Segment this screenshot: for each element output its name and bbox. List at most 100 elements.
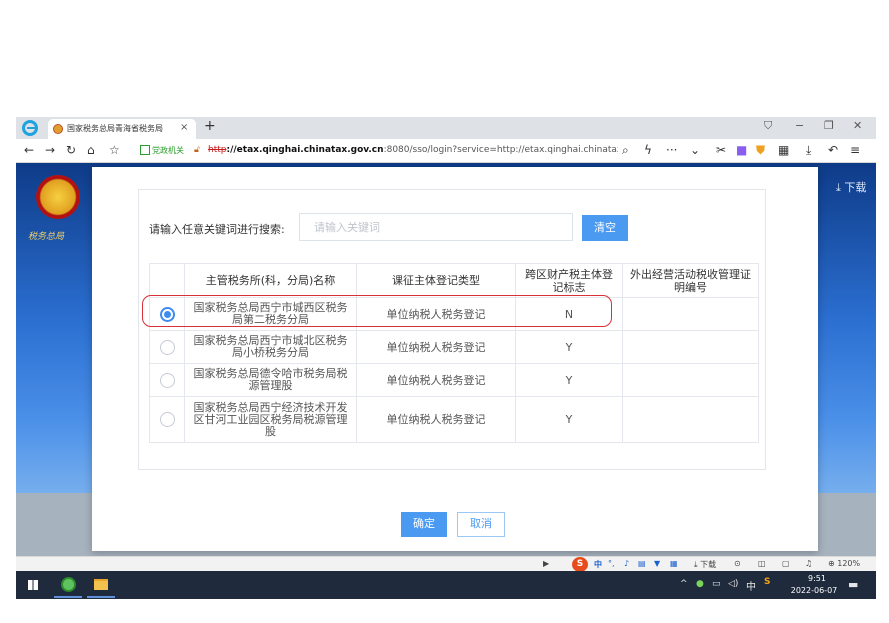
- row-radio-cell[interactable]: [149, 396, 185, 443]
- radio-button[interactable]: [159, 372, 175, 388]
- new-tab-button[interactable]: +: [204, 118, 216, 134]
- cross-region-flag-cell: N: [515, 297, 623, 331]
- column-header-registration-type: 课征主体登记类型: [356, 263, 516, 298]
- ime-mode-label[interactable]: 中: [594, 559, 602, 570]
- clock-time[interactable]: 9:51: [792, 574, 842, 583]
- network-icon[interactable]: ▭: [712, 579, 721, 589]
- browser-status-bar: ▶ S 中 °, ♪ ▤ ▼ ▦ ⤓ 下载 ⊙ ◫ ▢ ♫ ⊕ 120%: [16, 556, 876, 572]
- volume-icon[interactable]: ♫: [805, 559, 812, 568]
- zoom-value: 120%: [837, 559, 861, 568]
- tab-title: 国家税务总局青海省税务局: [67, 124, 163, 133]
- toolbox-icon[interactable]: ▦: [670, 559, 678, 568]
- search-label: 请输入任意关键词进行搜索:: [149, 223, 285, 236]
- certificate-number-cell: [622, 396, 759, 443]
- side-download-link[interactable]: ⤓ 下载: [836, 179, 866, 195]
- address-bar-row: ← → ↻ ⌂ ☆ 党政机关 🔓︎ http://etax.qinghai.ch…: [16, 139, 876, 163]
- browser-taskbar-icon[interactable]: [61, 577, 76, 592]
- window-icon[interactable]: ▢: [782, 559, 790, 568]
- clear-button[interactable]: 清空: [582, 215, 628, 241]
- home-icon[interactable]: ⌂: [87, 143, 95, 157]
- sogou-ime-icon[interactable]: S: [572, 557, 588, 572]
- browser-logo-icon[interactable]: [22, 120, 38, 136]
- gov-badge-icon: [140, 145, 150, 155]
- file-explorer-icon[interactable]: [94, 579, 108, 590]
- punctuation-icon[interactable]: °,: [608, 559, 615, 568]
- url-host: ://etax.qinghai.chinatax.gov.cn: [226, 145, 384, 155]
- table-row[interactable]: 国家税务总局西宁经济技术开发区甘河工业园区税务局税源管理股 单位纳税人税务登记 …: [149, 396, 759, 443]
- search-input[interactable]: [299, 213, 573, 241]
- insecure-lock-icon[interactable]: 🔓︎: [194, 145, 200, 155]
- url-protocol: http: [208, 145, 227, 155]
- zoom-level[interactable]: ⊕ 120%: [828, 559, 860, 568]
- tray-sogou-icon[interactable]: S: [764, 577, 770, 587]
- row-radio-cell[interactable]: [149, 330, 185, 364]
- keyboard-icon[interactable]: ▤: [638, 559, 646, 568]
- table-row[interactable]: 国家税务总局德令哈市税务局税源管理股 单位纳税人税务登记 Y: [149, 363, 759, 397]
- skin-icon[interactable]: ▼: [654, 559, 660, 568]
- minimize-icon[interactable]: −: [795, 119, 804, 132]
- browser-tab[interactable]: 国家税务总局青海省税务局 ×: [48, 119, 196, 139]
- download-icon[interactable]: ⤓: [806, 143, 811, 158]
- more-dots-icon[interactable]: ···: [666, 143, 677, 157]
- url-path: :8080/sso/login?service=http://etax.qing…: [383, 145, 618, 155]
- zoom-search-icon[interactable]: ⌕: [622, 143, 629, 158]
- refresh-icon[interactable]: ↻: [66, 143, 76, 157]
- tray-ime-label[interactable]: 中: [746, 578, 756, 593]
- office-name-cell: 国家税务总局德令哈市税务局税源管理股: [184, 363, 357, 397]
- shirt-skin-icon[interactable]: ⛉: [764, 119, 772, 133]
- notification-icon[interactable]: ▬: [848, 578, 858, 591]
- speaker-icon[interactable]: ◁): [728, 579, 738, 589]
- microphone-icon[interactable]: ♪: [624, 559, 629, 568]
- close-window-icon[interactable]: ✕: [853, 119, 862, 132]
- table-row[interactable]: 国家税务总局西宁市城北区税务局小桥税务分局 单位纳税人税务登记 Y: [149, 330, 759, 364]
- column-header-cross-region-flag: 跨区财产税主体登记标志: [515, 263, 623, 298]
- radio-button-selected[interactable]: [159, 306, 175, 322]
- office-name-cell: 国家税务总局西宁市城西区税务局第二税务分局: [184, 297, 357, 331]
- undo-icon[interactable]: ↶: [828, 143, 838, 157]
- radio-button[interactable]: [159, 339, 175, 355]
- tray-chevron-up-icon[interactable]: ^: [680, 579, 688, 589]
- confirm-button[interactable]: 确定: [401, 512, 447, 537]
- screenshot: 国家税务总局青海省税务局 × + ⛉ − ❐ ✕ ← → ↻ ⌂ ☆ 党政机关 …: [0, 0, 889, 623]
- active-app-indicator: [54, 596, 82, 598]
- cross-region-flag-cell: Y: [515, 363, 623, 397]
- restore-icon[interactable]: ❐: [824, 119, 834, 132]
- dialog-content-panel: 请输入任意关键词进行搜索: 清空 主管税务所(科，分局)名称 课征主体登记类型 …: [138, 189, 766, 470]
- forward-arrow-icon[interactable]: →: [45, 143, 55, 157]
- certificate-number-cell: [622, 297, 759, 331]
- extension-purple-icon[interactable]: ■: [736, 143, 747, 157]
- apps-grid-icon[interactable]: ▦: [778, 143, 789, 157]
- tab-restore-icon[interactable]: ◫: [758, 559, 766, 568]
- row-radio-cell[interactable]: [149, 297, 185, 331]
- video-play-icon[interactable]: ▶: [543, 559, 549, 568]
- download-status-link[interactable]: ⤓ 下载: [694, 559, 716, 570]
- menu-icon[interactable]: ≡: [850, 143, 860, 157]
- table-row[interactable]: 国家税务总局西宁市城西区税务局第二税务分局 单位纳税人税务登记 N: [149, 297, 759, 331]
- tab-close-icon[interactable]: ×: [180, 122, 188, 133]
- registration-type-cell: 单位纳税人税务登记: [356, 396, 516, 443]
- chevron-down-icon[interactable]: ⌄: [690, 143, 700, 157]
- back-arrow-icon[interactable]: ←: [24, 143, 34, 157]
- cross-region-flag-cell: Y: [515, 330, 623, 364]
- row-radio-cell[interactable]: [149, 363, 185, 397]
- radio-button[interactable]: [159, 412, 175, 427]
- privacy-icon[interactable]: ⊙: [734, 559, 741, 568]
- tray-app-icon[interactable]: ●: [696, 579, 704, 589]
- url-field[interactable]: http://etax.qinghai.chinatax.gov.cn:8080…: [208, 145, 618, 155]
- column-header-select: [149, 263, 185, 298]
- tax-office-table: 主管税务所(科，分局)名称 课征主体登记类型 跨区财产税主体登记标志 外出经营活…: [149, 263, 759, 443]
- lightning-icon[interactable]: ϟ: [644, 143, 652, 157]
- national-emblem-icon: [36, 175, 80, 219]
- tax-office-select-dialog: 请输入任意关键词进行搜索: 清空 主管税务所(科，分局)名称 课征主体登记类型 …: [92, 167, 818, 551]
- registration-type-cell: 单位纳税人税务登记: [356, 330, 516, 364]
- column-header-certificate-number: 外出经营活动税收管理证明编号: [622, 263, 759, 298]
- cross-region-flag-cell: Y: [515, 396, 623, 443]
- favorites-star-icon[interactable]: ☆: [109, 143, 120, 157]
- browser-tab-strip: 国家税务总局青海省税务局 × + ⛉ − ❐ ✕: [16, 117, 876, 139]
- windows-start-icon[interactable]: [28, 580, 38, 590]
- cancel-button[interactable]: 取消: [457, 512, 505, 537]
- scissors-icon[interactable]: ✂: [716, 143, 726, 157]
- gov-label: 党政机关: [152, 146, 184, 155]
- shield-icon[interactable]: ⛊: [756, 143, 765, 158]
- clock-date[interactable]: 2022-06-07: [786, 586, 842, 595]
